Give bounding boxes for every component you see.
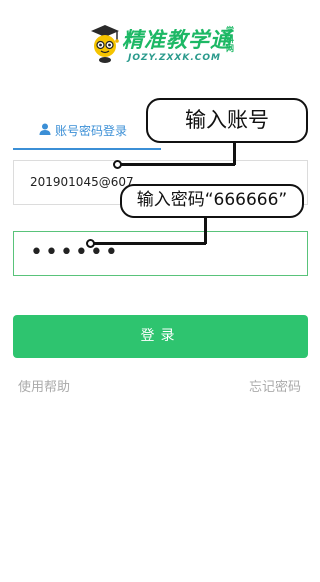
password-callout-leader-vertical (204, 216, 207, 244)
logo-subtitle: 学科网 (226, 26, 234, 53)
graduate-bee-icon (91, 25, 119, 63)
tab-active-indicator (13, 148, 161, 150)
password-callout: 输入密码“666666” (120, 184, 304, 218)
app-logo: 精准教学通 学科网 JOZY.ZXXK.COM (88, 22, 248, 66)
account-input-value: 201901045@607 (30, 175, 134, 189)
tab-account-password-login[interactable]: 账号密码登录 (13, 111, 161, 151)
tab-label: 账号密码登录 (55, 124, 128, 138)
logo-title: 精准教学通 (122, 28, 232, 52)
account-callout-leader-vertical (233, 141, 236, 165)
forgot-password-link[interactable]: 忘记密码 (249, 376, 301, 395)
account-callout-dot (113, 160, 122, 169)
login-button[interactable]: 登录 (13, 315, 308, 358)
password-input[interactable]: •••••• (13, 231, 308, 276)
user-icon (39, 123, 51, 135)
help-link[interactable]: 使用帮助 (18, 376, 70, 395)
logo-domain: JOZY.ZXXK.COM (128, 53, 221, 63)
password-callout-leader-horizontal (93, 242, 206, 245)
password-callout-dot (86, 239, 95, 248)
account-callout-leader-horizontal (120, 163, 235, 166)
account-callout: 输入账号 (146, 98, 308, 143)
